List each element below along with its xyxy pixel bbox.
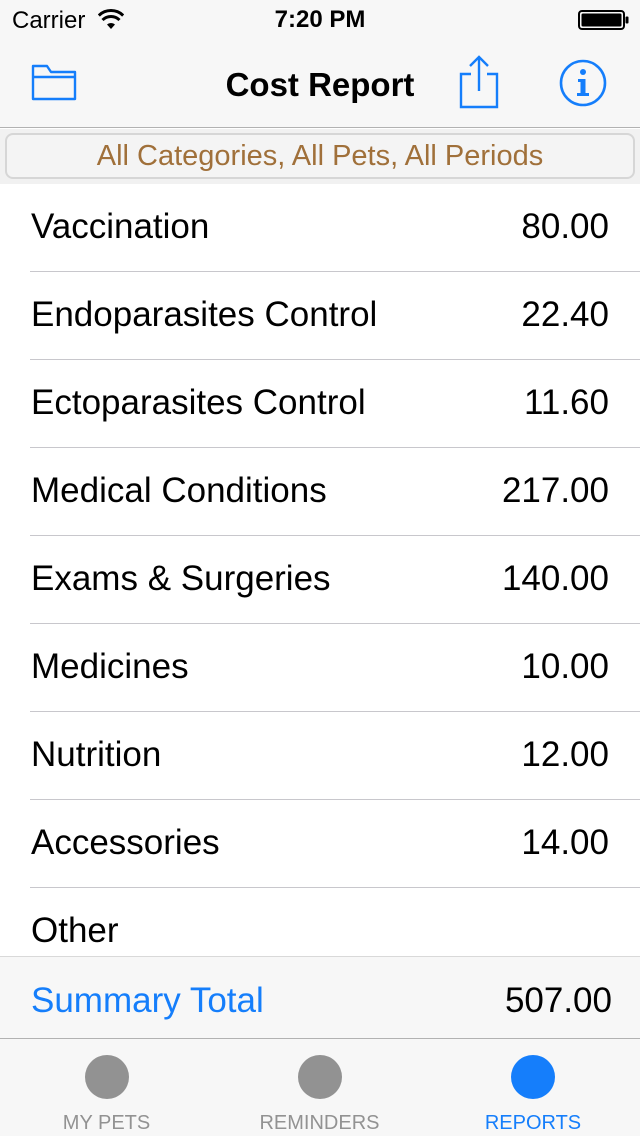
category-label: Endoparasites Control — [31, 295, 378, 334]
category-value: 12.00 — [521, 735, 609, 774]
info-icon[interactable] — [558, 58, 608, 108]
list-item[interactable]: Nutrition 12.00 — [0, 712, 640, 800]
category-label: Vaccination — [31, 207, 210, 246]
tab-reminders[interactable]: REMINDERS — [213, 1039, 426, 1136]
clock: 7:20 PM — [274, 6, 366, 33]
category-value: 10.00 — [521, 647, 609, 686]
category-label: Ectoparasites Control — [31, 383, 366, 422]
summary-total-label: Summary Total — [31, 981, 264, 1020]
category-value: 80.00 — [521, 207, 609, 246]
navigation-bar: Cost Report — [0, 40, 640, 128]
list-item[interactable]: Medicines 10.00 — [0, 624, 640, 712]
tab-label: REPORTS — [484, 1112, 582, 1134]
filter-button[interactable]: All Categories, All Pets, All Periods — [5, 133, 635, 179]
category-label: Other — [31, 911, 119, 950]
category-value: 11.60 — [524, 383, 609, 422]
status-bar: Carrier 7:20 PM — [0, 0, 640, 40]
tab-bar: MY PETS REMINDERS REPORTS — [0, 1038, 640, 1136]
share-icon[interactable] — [458, 54, 500, 110]
category-label: Nutrition — [31, 735, 162, 774]
list-item[interactable]: Vaccination 80.00 — [0, 184, 640, 272]
page-title: Cost Report — [225, 66, 415, 103]
tab-label: REMINDERS — [259, 1112, 380, 1134]
cost-list[interactable]: Vaccination 80.00 Endoparasites Control … — [0, 184, 640, 956]
category-label: Accessories — [31, 823, 220, 862]
list-item[interactable]: Exams & Surgeries 140.00 — [0, 536, 640, 624]
my-pets-icon — [84, 1055, 129, 1099]
category-label: Medicines — [31, 647, 189, 686]
tab-reports[interactable]: REPORTS — [426, 1039, 640, 1136]
category-label: Exams & Surgeries — [31, 559, 331, 598]
summary-total-bar: Summary Total 507.00 — [0, 956, 640, 1038]
filter-bar: All Categories, All Pets, All Periods — [0, 129, 640, 184]
category-value: 22.40 — [521, 295, 609, 334]
list-item[interactable]: Endoparasites Control 22.40 — [0, 272, 640, 360]
cost-report-screen: Carrier 7:20 PM Cost Report All Categori… — [0, 0, 640, 1136]
list-item[interactable]: Accessories 14.00 — [0, 800, 640, 888]
tab-my-pets[interactable]: MY PETS — [0, 1039, 213, 1136]
battery-icon — [578, 10, 629, 30]
category-label: Medical Conditions — [31, 471, 327, 510]
list-item[interactable]: Ectoparasites Control 11.60 — [0, 360, 640, 448]
category-value: 140.00 — [501, 559, 609, 598]
reports-icon — [511, 1055, 555, 1099]
category-value: 217.00 — [501, 471, 609, 510]
list-item[interactable]: Other — [0, 888, 640, 956]
category-value: 14.00 — [521, 823, 609, 862]
tab-label: MY PETS — [62, 1112, 151, 1134]
list-item[interactable]: Medical Conditions 217.00 — [0, 448, 640, 536]
reminders-icon — [297, 1055, 342, 1099]
summary-total-value: 507.00 — [504, 981, 612, 1020]
